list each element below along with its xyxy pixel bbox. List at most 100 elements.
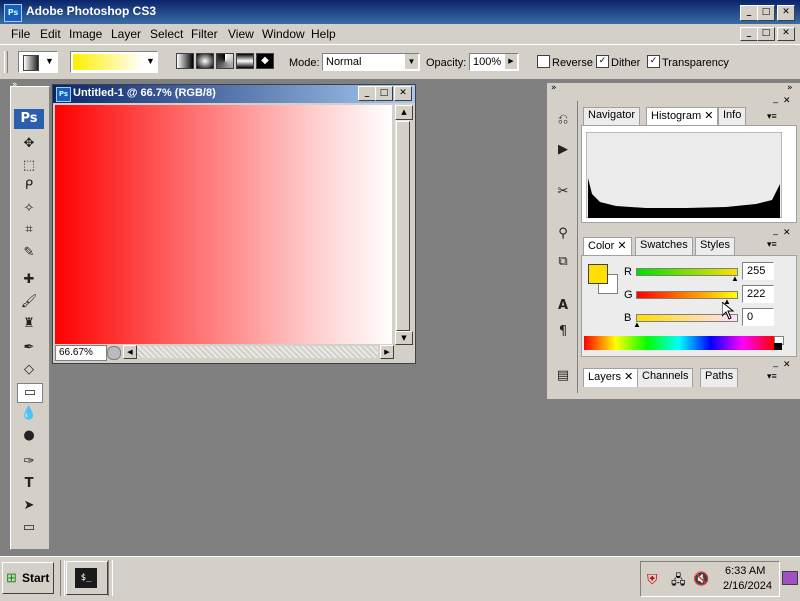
menu-view[interactable]: View (228, 27, 254, 41)
double-chevron-icon[interactable]: » (787, 83, 793, 93)
doc-win-maximize-button[interactable]: □ (375, 86, 393, 101)
b-slider-thumb[interactable]: ▲ (633, 320, 641, 329)
linear-gradient-button[interactable] (176, 53, 194, 69)
reflected-gradient-button[interactable] (236, 53, 254, 69)
photoshop-logo[interactable]: Ps (14, 109, 44, 129)
tab-navigator[interactable]: Navigator (583, 107, 641, 126)
scroll-up-arrow-icon[interactable]: ▲ (395, 105, 413, 120)
zoom-field[interactable]: 66.67% (55, 345, 107, 361)
clone-stamp-tool-icon[interactable]: ♜ (17, 315, 41, 333)
security-shield-icon[interactable]: ⛨ (647, 571, 658, 588)
paragraph-icon[interactable]: ¶ (551, 323, 575, 341)
doc-win-close-button[interactable]: ✕ (394, 86, 412, 101)
scroll-left-arrow-icon[interactable]: ◀ (123, 345, 137, 359)
tab-close-icon[interactable]: ✕ (624, 371, 633, 383)
doc-win-minimize-button[interactable]: _ (358, 86, 376, 101)
transparency-checkbox[interactable]: ✓ (647, 55, 660, 68)
tab-color[interactable]: Color ✕ (583, 237, 632, 256)
move-tool-icon[interactable]: ✥ (17, 135, 41, 153)
clock-time[interactable]: 6:33 AM (725, 565, 765, 577)
character-icon[interactable]: A (551, 297, 575, 315)
tab-info[interactable]: Info (718, 107, 747, 126)
start-button[interactable]: ⊞ Start (2, 562, 54, 594)
opacity-field[interactable]: 100% ▶ (469, 53, 519, 71)
double-chevron-icon[interactable]: » (551, 83, 557, 93)
document-canvas[interactable] (55, 105, 392, 344)
eraser-tool-icon[interactable]: ◇ (17, 361, 41, 379)
marquee-tool-icon[interactable]: ⬚ (17, 157, 41, 175)
show-desktop-icon[interactable] (782, 571, 798, 585)
document-title-bar[interactable]: Ps Untitled-1 @ 66.7% (RGB/8) _ □ ✕ (53, 85, 415, 103)
clock-date[interactable]: 2/16/2024 (723, 580, 772, 592)
doc-close-button[interactable]: ✕ (777, 27, 795, 41)
r-slider[interactable] (636, 268, 738, 276)
reverse-checkbox[interactable] (537, 55, 550, 68)
vertical-scrollbar[interactable]: ▲ ▼ (395, 105, 413, 345)
g-field[interactable]: 222 (742, 285, 774, 303)
volume-muted-icon[interactable]: 🔇 (693, 571, 709, 587)
clone-source-icon[interactable]: ⧉ (551, 253, 575, 271)
brushes-icon[interactable]: ⚲ (551, 225, 575, 243)
tool-preset-picker[interactable]: ▼ (18, 51, 58, 73)
panel-close-icon[interactable]: ✕ (783, 359, 791, 370)
gradient-picker[interactable]: ▼ (70, 51, 158, 73)
scroll-down-arrow-icon[interactable]: ▼ (395, 331, 413, 345)
color-spectrum-bar[interactable] (584, 336, 774, 350)
vertical-scroll-thumb[interactable] (396, 121, 410, 331)
tab-layers[interactable]: Layers ✕ (583, 368, 639, 387)
angle-gradient-button[interactable] (216, 53, 234, 69)
blur-tool-icon[interactable]: 💧 (17, 405, 41, 423)
tab-styles[interactable]: Styles (695, 237, 735, 256)
panel-menu-icon[interactable]: ▾≡ (767, 371, 777, 382)
black-swatch[interactable] (774, 343, 782, 350)
dither-checkbox[interactable]: ✓ (596, 55, 609, 68)
panel-minimize-icon[interactable]: – (773, 97, 778, 107)
doc-minimize-button[interactable]: _ (740, 27, 758, 41)
slice-tool-icon[interactable]: ✎ (17, 244, 41, 262)
tab-histogram[interactable]: Histogram ✕ (646, 107, 719, 126)
b-field[interactable]: 0 (742, 308, 774, 326)
magic-wand-tool-icon[interactable]: ✧ (17, 200, 41, 218)
chevron-right-icon[interactable]: ▶ (505, 54, 517, 69)
menu-edit[interactable]: Edit (40, 27, 61, 41)
r-slider-thumb[interactable]: ▲ (731, 274, 739, 283)
doc-restore-button[interactable]: □ (757, 27, 775, 41)
panel-minimize-icon[interactable]: – (773, 229, 778, 239)
path-selection-tool-icon[interactable]: ➤ (17, 497, 41, 515)
close-button[interactable]: ✕ (777, 5, 795, 21)
radial-gradient-button[interactable] (196, 53, 214, 69)
brush-tool-icon[interactable]: 🖌 (17, 293, 41, 311)
scroll-right-arrow-icon[interactable]: ▶ (380, 345, 394, 359)
menu-select[interactable]: Select (150, 27, 183, 41)
dodge-tool-icon[interactable]: ● (17, 427, 41, 445)
maximize-button[interactable]: □ (757, 5, 775, 21)
healing-brush-tool-icon[interactable]: ✚ (17, 271, 41, 289)
tool-presets-icon[interactable]: ✂ (551, 183, 575, 201)
network-icon[interactable]: 🖧 (671, 571, 686, 593)
lasso-tool-icon[interactable]: ᑭ (17, 177, 41, 195)
shape-tool-icon[interactable]: ▭ (17, 519, 41, 537)
type-tool-icon[interactable]: T (17, 475, 41, 493)
taskbar-app-button[interactable]: $_ (66, 561, 108, 595)
status-menu-icon[interactable] (107, 346, 121, 360)
mode-select[interactable]: Normal ▼ (322, 53, 420, 71)
r-field[interactable]: 255 (742, 262, 774, 280)
panel-minimize-icon[interactable]: – (773, 361, 778, 371)
menu-image[interactable]: Image (69, 27, 102, 41)
gradient-swatch[interactable] (73, 54, 143, 70)
menu-filter[interactable]: Filter (191, 27, 218, 41)
panel-menu-icon[interactable]: ▾≡ (767, 239, 777, 250)
tab-close-icon[interactable]: ✕ (704, 110, 713, 122)
actions-icon[interactable]: ▶ (551, 141, 575, 159)
crop-tool-icon[interactable]: ⌗ (17, 221, 41, 239)
layer-comps-icon[interactable]: ▤ (551, 367, 575, 385)
diamond-gradient-button[interactable]: ◆ (256, 53, 274, 69)
menu-window[interactable]: Window (262, 27, 305, 41)
horizontal-scroll-track[interactable] (137, 346, 378, 358)
history-brush-tool-icon[interactable]: ✒ (17, 339, 41, 357)
menu-layer[interactable]: Layer (111, 27, 141, 41)
tab-paths[interactable]: Paths (700, 368, 739, 387)
panel-menu-icon[interactable]: ▾≡ (767, 111, 777, 122)
menu-help[interactable]: Help (311, 27, 336, 41)
tab-swatches[interactable]: Swatches (635, 237, 693, 256)
